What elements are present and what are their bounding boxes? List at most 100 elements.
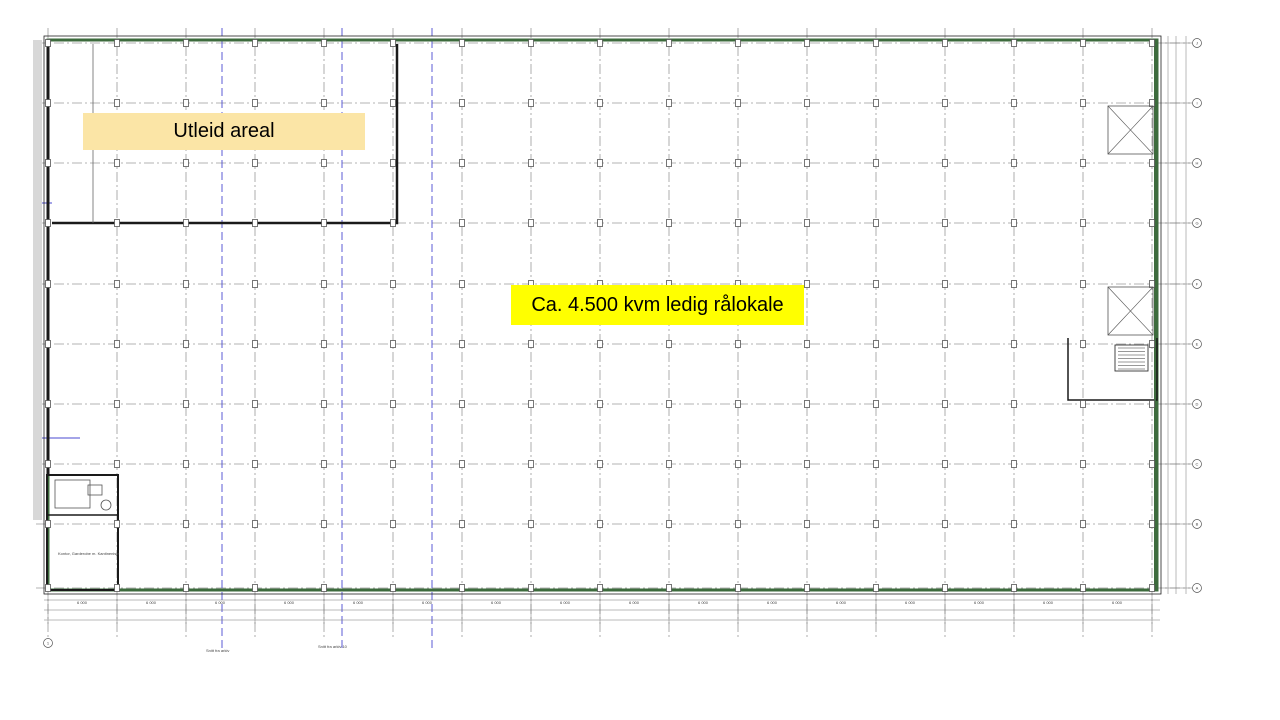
column [45, 340, 51, 348]
column [321, 99, 327, 107]
grid-axis-bubbles-right: JIHGFEDCBA [1160, 38, 1202, 593]
column [183, 520, 189, 528]
column [459, 340, 465, 348]
column [390, 280, 396, 288]
column [252, 584, 258, 592]
column [114, 400, 120, 408]
column [1080, 400, 1086, 408]
dimension-label: 6 000 [974, 600, 985, 605]
column [252, 39, 258, 47]
column [1149, 159, 1155, 167]
column [459, 584, 465, 592]
staircase [1114, 344, 1149, 372]
dimension-label: 6 000 [560, 600, 571, 605]
dimension-label: 6 000 [905, 600, 916, 605]
column [114, 584, 120, 592]
column [804, 400, 810, 408]
column [735, 219, 741, 227]
column [1080, 584, 1086, 592]
column [1149, 39, 1155, 47]
column [45, 39, 51, 47]
column [1149, 280, 1155, 288]
column [666, 520, 672, 528]
column [45, 280, 51, 288]
column [390, 400, 396, 408]
column [45, 219, 51, 227]
column [390, 520, 396, 528]
column [1011, 39, 1017, 47]
column [183, 340, 189, 348]
column [942, 340, 948, 348]
grid-bubble-label: B [1196, 522, 1199, 527]
column [45, 460, 51, 468]
column [528, 584, 534, 592]
column [252, 340, 258, 348]
column [804, 460, 810, 468]
column [735, 400, 741, 408]
column [390, 39, 396, 47]
section-note: Snitt fra arkiv 10 [318, 644, 348, 649]
column [942, 39, 948, 47]
column [1080, 340, 1086, 348]
column [666, 584, 672, 592]
column [873, 584, 879, 592]
column [804, 340, 810, 348]
floor-plan-drawing: Kontor, Garderobe m. Kantinenisje JIHGFE… [33, 28, 1202, 653]
grid-bubble-label: E [1196, 342, 1199, 347]
column [321, 520, 327, 528]
room-note-text: Kontor, Garderobe m. Kantinenisje [58, 551, 120, 556]
wc-fixture [54, 479, 91, 509]
dimension-label: 6 000 [146, 600, 157, 605]
dimension-label: 6 000 [1043, 600, 1054, 605]
column [873, 159, 879, 167]
column [1011, 99, 1017, 107]
column [942, 280, 948, 288]
column [1011, 584, 1017, 592]
column [114, 159, 120, 167]
dimension-label: 6 000 [215, 600, 226, 605]
column [459, 219, 465, 227]
column [390, 340, 396, 348]
column [735, 159, 741, 167]
column [390, 99, 396, 107]
column [252, 520, 258, 528]
column [942, 219, 948, 227]
column [804, 159, 810, 167]
column [735, 460, 741, 468]
adjacent-building-hatch [33, 40, 42, 520]
column [873, 460, 879, 468]
column [45, 400, 51, 408]
column [390, 460, 396, 468]
grid-bubble-label: G [1195, 221, 1198, 226]
column [459, 400, 465, 408]
column [321, 280, 327, 288]
column [390, 584, 396, 592]
column [459, 280, 465, 288]
column [873, 520, 879, 528]
column [1080, 99, 1086, 107]
column [252, 400, 258, 408]
column [666, 99, 672, 107]
column [804, 520, 810, 528]
column [1080, 39, 1086, 47]
column [114, 460, 120, 468]
grid-bubble-label: A [1196, 586, 1199, 591]
column [942, 520, 948, 528]
column [114, 99, 120, 107]
column [1149, 99, 1155, 107]
dimension-label: 6 000 [698, 600, 709, 605]
column [942, 400, 948, 408]
column [528, 219, 534, 227]
column [321, 400, 327, 408]
column [597, 159, 603, 167]
column [1149, 400, 1155, 408]
column [597, 99, 603, 107]
column [1011, 400, 1017, 408]
column [873, 219, 879, 227]
column [873, 340, 879, 348]
column [390, 159, 396, 167]
column [942, 584, 948, 592]
column [45, 99, 51, 107]
column [1080, 280, 1086, 288]
column [1011, 159, 1017, 167]
